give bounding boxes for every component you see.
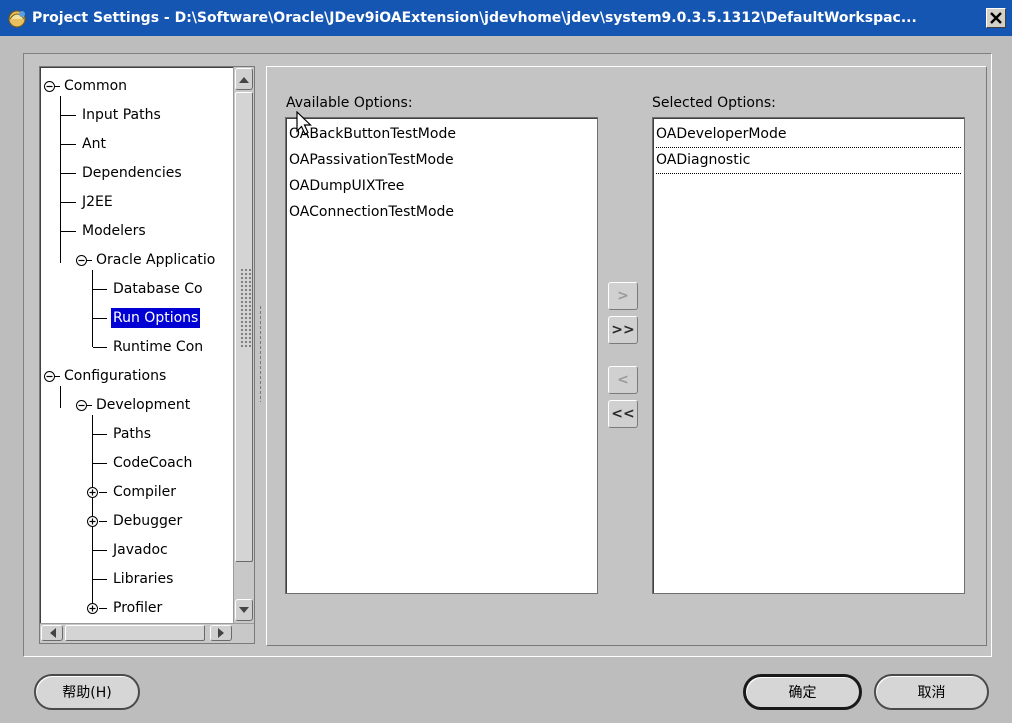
arrow-right-icon [217, 628, 224, 638]
scroll-thumb[interactable] [235, 92, 253, 562]
selected-option-item[interactable]: OADeveloperMode [656, 122, 961, 148]
scroll-down-button[interactable] [235, 599, 253, 621]
remove-all-button[interactable]: << [608, 400, 638, 428]
selected-option-item[interactable]: OADiagnostic [656, 148, 961, 174]
project-settings-dialog: Project Settings - D:\Software\Oracle\JD… [0, 0, 1012, 723]
selected-options-list[interactable]: OADeveloperMode OADiagnostic [652, 117, 965, 594]
tree-node-compiler[interactable]: Compiler [111, 482, 178, 502]
tree-node-runtime-connection[interactable]: Runtime Con [111, 337, 205, 357]
available-option-item[interactable]: OADumpUIXTree [289, 174, 404, 198]
scroll-left-button[interactable] [41, 625, 63, 641]
available-options-label-text: Available Options: [286, 95, 413, 111]
move-all-icon: >> [611, 322, 635, 338]
help-button-label: 帮助(H) [62, 685, 112, 701]
tree-node-modelers[interactable]: Modelers [80, 221, 148, 241]
remove-all-icon: << [611, 406, 635, 422]
remove-icon: < [617, 372, 629, 388]
cancel-button-label: 取消 [917, 685, 946, 701]
close-button[interactable] [986, 8, 1006, 28]
scroll-up-button[interactable] [235, 68, 253, 90]
move-all-button[interactable]: >> [608, 316, 638, 344]
available-option-item[interactable]: OABackButtonTestMode [289, 122, 456, 146]
ok-button-label: 确定 [788, 685, 817, 701]
tree-node-configurations[interactable]: Configurations [62, 366, 168, 386]
tree-vertical-scrollbar[interactable] [233, 67, 254, 623]
tree-horizontal-scrollbar[interactable] [40, 623, 254, 643]
arrow-left-icon [49, 628, 56, 638]
panel-splitter[interactable] [258, 306, 263, 402]
tree-content: Common Input Paths Ant Dependencies J2EE… [40, 67, 233, 623]
arrow-up-icon [239, 76, 249, 83]
available-option-item[interactable]: OAPassivationTestMode [289, 148, 454, 172]
ok-button[interactable]: 确定 [743, 674, 862, 710]
settings-tree: Common Input Paths Ant Dependencies J2EE… [39, 66, 255, 644]
scroll-grip [240, 268, 251, 348]
tree-node-run-options[interactable]: Run Options [111, 308, 201, 328]
selected-options-label: Selected Options: [652, 95, 776, 111]
tree-node-debugger[interactable]: Debugger [111, 511, 184, 531]
tree-node-development[interactable]: Development [94, 395, 192, 415]
tree-node-libraries[interactable]: Libraries [111, 569, 175, 589]
tree-node-input-paths[interactable]: Input Paths [80, 105, 163, 125]
jdeveloper-icon [4, 5, 30, 31]
tree-node-common[interactable]: Common [62, 76, 129, 96]
help-button[interactable]: 帮助(H) [34, 674, 140, 710]
horizontal-scroll-thumb[interactable] [65, 625, 205, 641]
available-options-list[interactable]: OABackButtonTestMode OAPassivationTestMo… [285, 117, 598, 594]
tree-node-dependencies[interactable]: Dependencies [80, 163, 184, 183]
move-button[interactable]: > [608, 282, 638, 310]
move-icon: > [617, 288, 629, 304]
tree-node-profiler[interactable]: Profiler [111, 598, 164, 618]
cancel-button[interactable]: 取消 [874, 674, 989, 710]
close-icon [990, 12, 1002, 24]
selected-options-label-text: Selected Options: [652, 95, 776, 111]
tree-node-database-connection[interactable]: Database Co [111, 279, 205, 299]
mouse-cursor-icon [296, 111, 312, 135]
tree-node-oracle-applications[interactable]: Oracle Applicatio [94, 250, 217, 270]
tree-node-paths[interactable]: Paths [111, 424, 153, 444]
tree-node-javadoc[interactable]: Javadoc [111, 540, 170, 560]
window-title: Project Settings - D:\Software\Oracle\JD… [32, 10, 917, 26]
tree-node-ant[interactable]: Ant [80, 134, 108, 154]
remove-button[interactable]: < [608, 366, 638, 394]
available-options-label: Available Options: [286, 95, 413, 111]
title-bar: Project Settings - D:\Software\Oracle\JD… [0, 0, 1012, 36]
scroll-right-button[interactable] [210, 625, 232, 641]
tree-node-codecoach[interactable]: CodeCoach [111, 453, 194, 473]
available-option-item[interactable]: OAConnectionTestMode [289, 200, 454, 224]
tree-node-j2ee[interactable]: J2EE [80, 192, 115, 212]
arrow-down-icon [239, 606, 249, 613]
